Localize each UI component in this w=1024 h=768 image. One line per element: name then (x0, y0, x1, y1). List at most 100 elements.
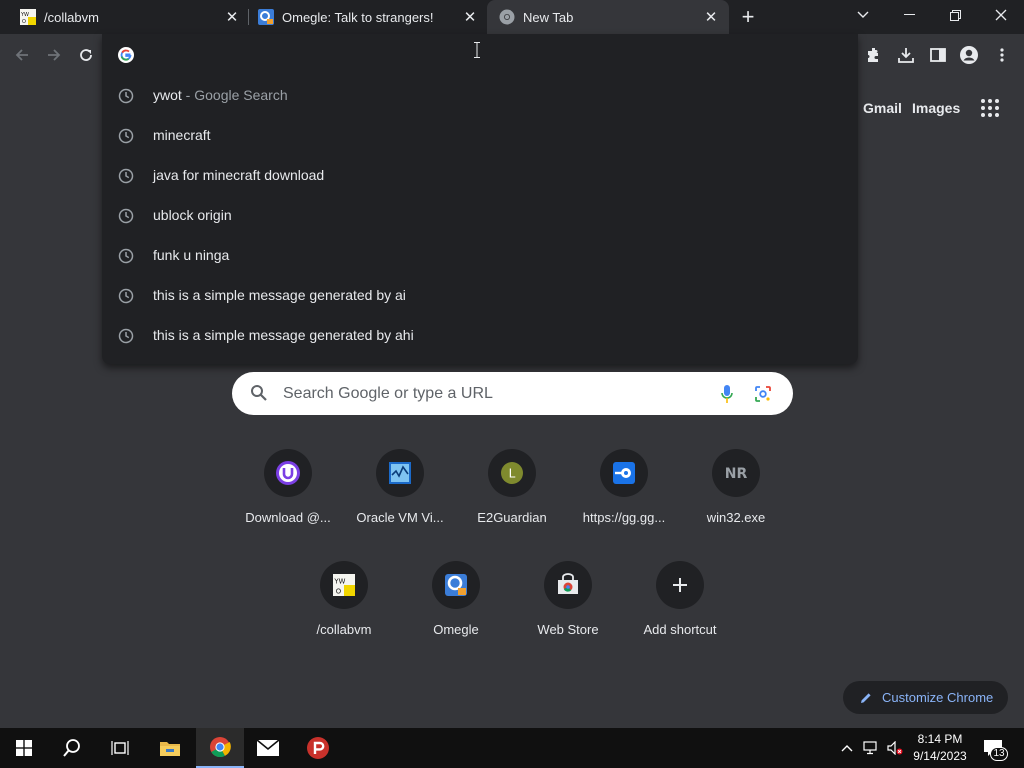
suggestion-description: - Google Search (181, 87, 288, 103)
plus-icon (656, 561, 704, 609)
suggestion-item[interactable]: this is a simple message generated by ah… (102, 316, 858, 356)
history-clock-icon (118, 208, 134, 224)
close-tab-icon[interactable]: ✕ (460, 7, 480, 27)
folder-icon (160, 742, 180, 756)
svg-text:YW: YW (20, 12, 29, 18)
file-explorer-button[interactable] (146, 728, 194, 768)
history-clock-icon (118, 248, 134, 264)
suggestion-query: minecraft (153, 127, 211, 143)
tab-new-tab[interactable]: New Tab ✕ (487, 0, 729, 34)
suggestion-item[interactable]: java for minecraft download (102, 156, 858, 196)
shortcut-tile[interactable]: https://gg.gg... (568, 449, 680, 549)
network-icon[interactable] (862, 739, 880, 757)
shortcut-label: Download @... (245, 510, 331, 525)
suggestion-query: this is a simple message generated by ai (153, 287, 406, 303)
tab-title: /collabvm (44, 9, 99, 25)
suggestion-item[interactable]: funk u ninga (102, 236, 858, 276)
uptodown-icon (264, 449, 312, 497)
suggestion-text: this is a simple message generated by ai (153, 287, 406, 303)
omnibox-dropdown: ywot - Google Search minecraft java for mi… (102, 34, 858, 364)
tab-collabvm[interactable]: YW O /collabvm ✕ (12, 0, 246, 34)
minimize-icon[interactable] (886, 0, 932, 30)
shortcut-label: Omegle (433, 622, 479, 637)
search-icon (251, 385, 267, 401)
address-bar[interactable] (102, 34, 858, 76)
task-view-button[interactable] (96, 728, 144, 768)
forward-button[interactable] (41, 42, 67, 68)
taskbar-search-button[interactable] (48, 728, 96, 768)
notification-count-badge: 13 (990, 747, 1008, 761)
shortcut-tile[interactable]: L E2Guardian (456, 449, 568, 549)
chrome-taskbar-button[interactable] (196, 728, 244, 768)
omegle-icon (432, 561, 480, 609)
back-arrow-icon (15, 49, 28, 61)
download-icon[interactable] (895, 44, 917, 66)
search-box[interactable]: Search Google or type a URL (232, 372, 793, 415)
suggestion-item[interactable]: minecraft (102, 116, 858, 156)
svg-text:NR: NR (725, 466, 748, 481)
new-tab-button[interactable]: + (736, 4, 760, 29)
shortcut-label: Oracle VM Vi... (356, 510, 444, 525)
close-tab-icon[interactable]: ✕ (701, 7, 721, 27)
images-link[interactable]: Images (912, 100, 960, 116)
gmail-link[interactable]: Gmail (863, 100, 902, 116)
svg-text:O: O (22, 19, 26, 25)
shortcut-tile[interactable]: YW O/collabvm (288, 561, 400, 661)
svg-text:L: L (509, 467, 516, 481)
tab-separator (248, 9, 249, 25)
mail-icon (256, 739, 280, 756)
history-clock-icon (118, 128, 134, 144)
show-hidden-icons[interactable] (838, 739, 856, 757)
close-tab-icon[interactable]: ✕ (222, 7, 242, 27)
search-icon (63, 739, 80, 757)
browser-window: YW O /collabvm ✕ Omegle: Talk to strange… (0, 0, 1024, 768)
task-view-icon (111, 741, 129, 755)
clock-date: 9/14/2023 (913, 749, 967, 763)
google-lens-icon[interactable] (754, 385, 772, 403)
clock[interactable]: 8:14 PM 9/14/2023 (908, 731, 972, 765)
history-clock-icon (118, 328, 134, 344)
back-button[interactable] (9, 42, 35, 68)
reload-button[interactable] (73, 42, 99, 68)
tab-search-icon[interactable] (840, 0, 886, 30)
close-window-icon[interactable] (978, 0, 1024, 30)
menu-icon[interactable] (991, 44, 1013, 66)
history-clock-icon (118, 168, 134, 184)
shortcut-tile[interactable]: Web Store (512, 561, 624, 661)
text-cursor-icon (474, 42, 480, 58)
suggestion-query: java for minecraft download (153, 167, 325, 183)
suggestion-item[interactable]: ublock origin (102, 196, 858, 236)
suggestion-query: ywot (153, 87, 182, 103)
extensions-icon[interactable] (863, 44, 885, 66)
pencil-icon (861, 692, 871, 703)
psiphon-button[interactable] (294, 728, 342, 768)
shortcut-tile[interactable]: NR win32.exe (680, 449, 792, 549)
side-panel-icon[interactable] (927, 44, 949, 66)
history-clock-icon (118, 88, 134, 104)
microphone-icon[interactable] (720, 384, 734, 404)
shortcut-tile[interactable]: Download @... (232, 449, 344, 549)
mail-button[interactable] (244, 728, 292, 768)
start-button[interactable] (0, 728, 48, 768)
suggestion-item[interactable]: this is a simple message generated by ai (102, 276, 858, 316)
tab-omegle[interactable]: Omegle: Talk to strangers! ✕ (250, 0, 484, 34)
add-shortcut-button[interactable]: Add shortcut (624, 561, 736, 661)
apps-grid-icon[interactable] (980, 98, 1000, 118)
shortcut-tile[interactable]: Oracle VM Vi... (344, 449, 456, 549)
shortcut-tile[interactable]: Omegle (400, 561, 512, 661)
tab-title: Omegle: Talk to strangers! (282, 9, 434, 25)
clock-time: 8:14 PM (917, 732, 963, 746)
ywot-icon: YW O (320, 561, 368, 609)
chrome-icon (499, 9, 515, 25)
customize-chrome-button[interactable]: Customize Chrome (843, 681, 1008, 714)
volume-muted-icon[interactable] (886, 739, 904, 757)
svg-text:YW: YW (333, 578, 345, 586)
restore-icon[interactable] (932, 0, 978, 30)
customize-label: Customize Chrome (882, 690, 994, 705)
psiphon-icon (307, 737, 329, 759)
search-placeholder: Search Google or type a URL (283, 385, 493, 402)
shortcut-label: /collabvm (316, 622, 372, 637)
suggestion-item[interactable]: ywot - Google Search (102, 76, 858, 116)
profile-icon[interactable] (958, 44, 980, 66)
suggestion-text: minecraft (153, 127, 211, 143)
